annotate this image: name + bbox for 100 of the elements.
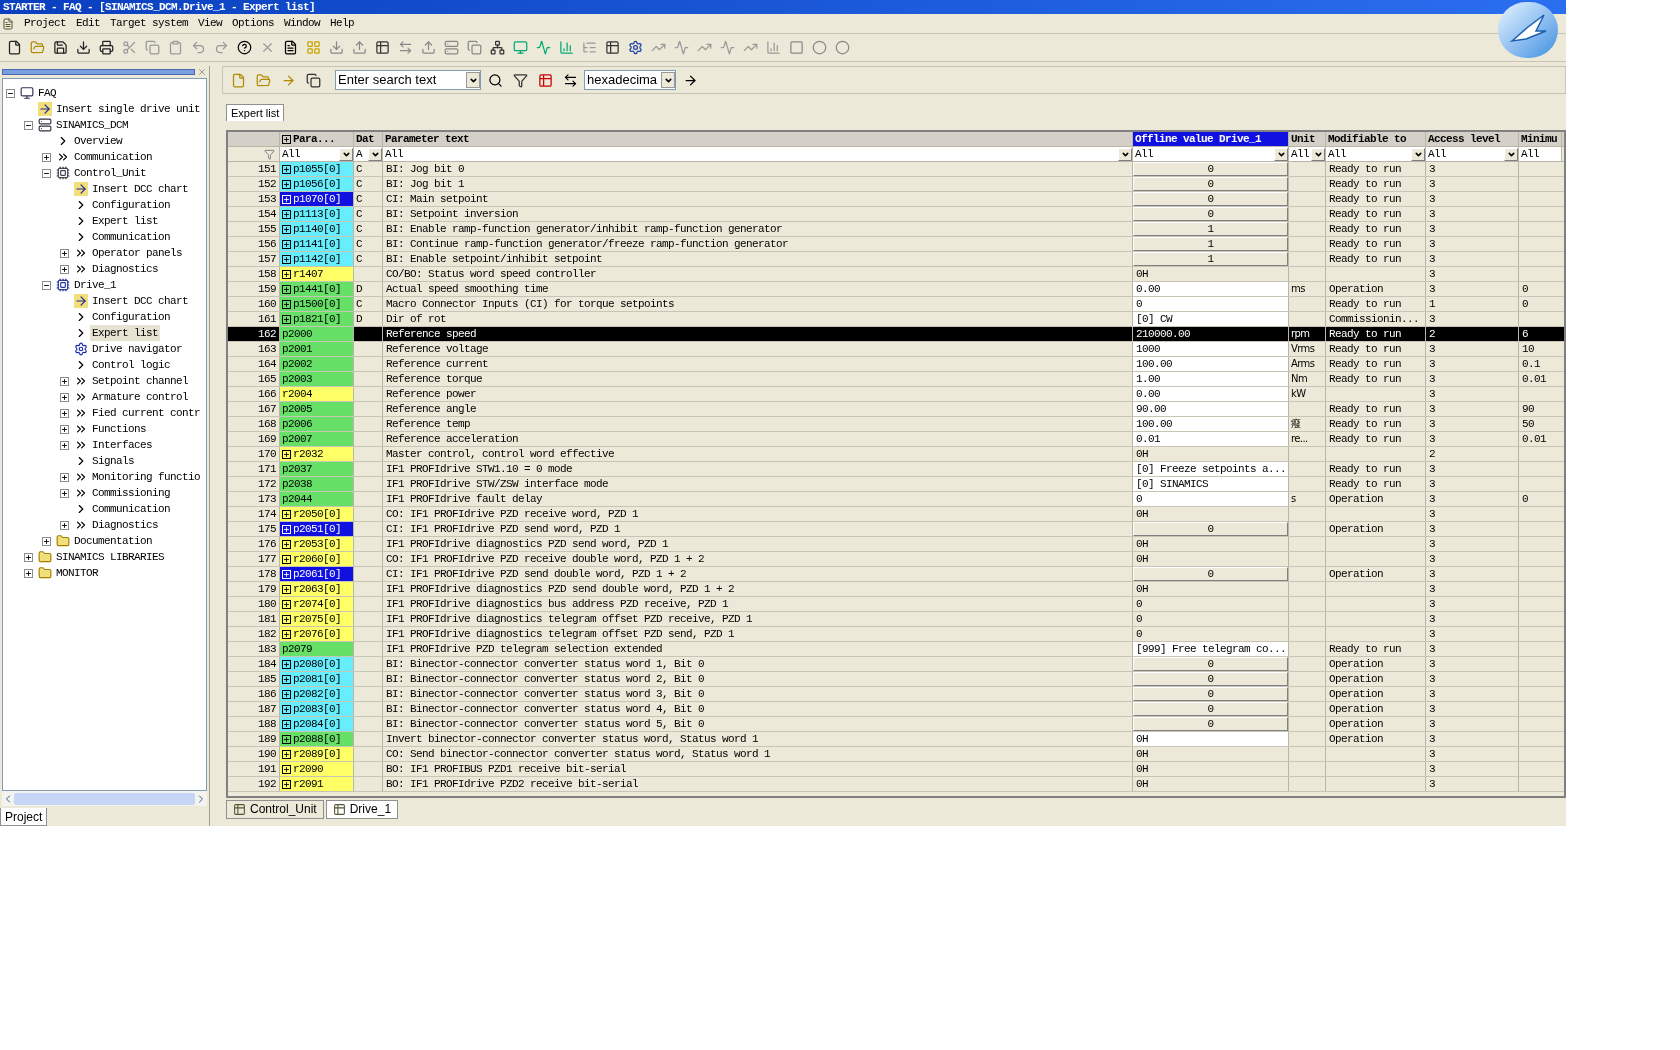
param-cell[interactable]: r2032 (280, 447, 354, 461)
value-field[interactable]: [0] SINAMICS (1133, 477, 1288, 491)
value-field[interactable]: 100.00 (1133, 357, 1288, 371)
expand-icon[interactable] (282, 209, 291, 219)
value-button[interactable]: 0 (1133, 717, 1288, 731)
table-row[interactable]: 165 p2003 Reference torque 1.00 Nm Ready to run 3 0.01 (228, 372, 1564, 387)
expand-icon[interactable] (24, 568, 33, 578)
format-combo[interactable]: hexadecima (584, 70, 676, 90)
table-row[interactable]: 175 p2051[0] CI: IF1 PROFIdrive PZD send word, PZD 1 0 Operation 3 (228, 522, 1564, 537)
param-cell[interactable]: p2081[0] (280, 672, 354, 686)
table-row[interactable]: 166 r2004 Reference power 0.00 kW 3 (228, 387, 1564, 402)
tree-item[interactable]: Diagnostics (90, 516, 160, 534)
param-cell[interactable]: r2090 (280, 762, 354, 776)
param-cell[interactable]: r2091 (280, 777, 354, 791)
table-row[interactable]: 164 p2002 Reference current 100.00 Arms Ready to run 3 0.1 (228, 357, 1564, 372)
param-cell[interactable]: p1821[0] (280, 312, 354, 326)
tree-item[interactable]: Communication (90, 228, 172, 246)
expand-icon[interactable] (60, 392, 69, 402)
tree-item[interactable]: Expert list (90, 324, 160, 342)
table-row[interactable]: 154 p1113[0] C BI: Setpoint inversion 0 Ready to run 3 (228, 207, 1564, 222)
column-header[interactable]: Minimu (1519, 132, 1562, 146)
expand-icon[interactable] (282, 734, 291, 744)
table-row[interactable]: 162 p2000 Reference speed 210000.00 rpm Ready to run 2 6 (228, 327, 1564, 342)
value-button[interactable]: 0 (1133, 162, 1288, 176)
param-cell[interactable]: p2051[0] (280, 522, 354, 536)
table-row[interactable]: 159 p1441[0] D Actual speed smoothing time 0.00 ms Operation 3 0 (228, 282, 1564, 297)
tree-item[interactable]: Insert DCC chart (90, 292, 191, 310)
menu-item[interactable]: View (198, 15, 223, 32)
table-row[interactable]: 178 p2061[0] CI: IF1 PROFIdrive PZD send double word, PZD 1 + 2 0 Operation 3 (228, 567, 1564, 582)
value-field[interactable]: 90.00 (1133, 402, 1288, 416)
expand-icon[interactable] (282, 629, 291, 639)
value-field[interactable]: 0.00 (1133, 282, 1288, 296)
tree-item[interactable]: Overview (72, 132, 124, 150)
expand-icon[interactable] (282, 284, 291, 294)
app-icon[interactable] (2, 17, 14, 30)
menu-item[interactable]: Help (330, 15, 355, 32)
tree-item[interactable]: Insert DCC chart (90, 180, 191, 198)
tree-item[interactable]: Control_Unit (72, 164, 148, 182)
table-row[interactable]: 167 p2005 Reference angle 90.00 Ready to run 3 90 (228, 402, 1564, 417)
expand-icon[interactable] (282, 314, 291, 324)
expand-icon[interactable] (282, 299, 291, 309)
value-field[interactable]: 1000 (1133, 342, 1288, 356)
expand-icon[interactable] (282, 719, 291, 729)
table-row[interactable]: 158 r1407 CO/BO: Status word speed controller 0H 3 (228, 267, 1564, 282)
table-row[interactable]: 156 p1141[0] C BI: Continue ramp-function generator/freeze ramp-function generator 1 Ready to run 3 (228, 237, 1564, 252)
param-cell[interactable]: p2084[0] (280, 717, 354, 731)
param-cell[interactable]: p2007 (280, 432, 354, 446)
param-cell[interactable]: p2000 (280, 327, 354, 341)
expand-icon[interactable] (60, 248, 69, 258)
menu-item[interactable]: Options (232, 15, 275, 32)
expand-icon[interactable] (42, 536, 51, 546)
tree-item[interactable]: Commissioning (90, 484, 172, 502)
tree-item[interactable]: FAQ (36, 84, 58, 102)
param-cell[interactable]: r2063[0] (280, 582, 354, 596)
expand-icon[interactable] (282, 764, 291, 774)
table-row[interactable]: 153 p1070[0] C CI: Main setpoint 0 Ready to run 3 (228, 192, 1564, 207)
tree-item[interactable]: Setpoint channel (90, 372, 191, 390)
param-cell[interactable]: p1142[0] (280, 252, 354, 266)
expand-icon[interactable] (282, 224, 291, 234)
expand-icon[interactable] (24, 552, 33, 562)
param-cell[interactable]: p2003 (280, 372, 354, 386)
param-cell[interactable]: p2006 (280, 417, 354, 431)
value-field[interactable]: [0] CW (1133, 312, 1288, 326)
expand-icon[interactable] (60, 424, 69, 434)
menu-item[interactable]: Edit (76, 15, 101, 32)
filter-dropdown[interactable]: All (1519, 147, 1562, 161)
tree-item[interactable]: Expert list (90, 212, 160, 230)
table-row[interactable]: 191 r2090 BO: IF1 PROFIBUS PZD1 receive bit-serial 0H 3 (228, 762, 1564, 777)
table-row[interactable]: 172 p2038 IF1 PROFIdrive STW/ZSW interface mode [0] SINAMICS Ready to run 3 (228, 477, 1564, 492)
param-cell[interactable]: p1441[0] (280, 282, 354, 296)
param-cell[interactable]: r2076[0] (280, 627, 354, 641)
filter-dropdown[interactable]: All (1426, 147, 1519, 161)
expand-icon[interactable] (282, 614, 291, 624)
value-button[interactable]: 0 (1133, 192, 1288, 206)
param-cell[interactable]: r2004 (280, 387, 354, 401)
param-cell[interactable]: p1500[0] (280, 297, 354, 311)
table-row[interactable]: 188 p2084[0] BI: Binector-connector converter status word 5, Bit 0 0 Operation 3 (228, 717, 1564, 732)
table-row[interactable]: 177 r2060[0] CO: IF1 PROFIdrive PZD receive double word, PZD 1 + 2 0H 3 (228, 552, 1564, 567)
table-row[interactable]: 190 r2089[0] CO: Send binector-connector converter status word, Status word 1 0H 3 (228, 747, 1564, 762)
table-row[interactable]: 192 r2091 BO: IF1 PROFIdrive PZD2 receive bit-serial 0H 3 (228, 777, 1564, 792)
column-header[interactable]: Para... (280, 132, 354, 146)
menu-item[interactable]: Project (24, 15, 66, 32)
table-row[interactable]: 152 p1056[0] C BI: Jog bit 1 0 Ready to run 3 (228, 177, 1564, 192)
tree-item[interactable]: Insert single drive unit (54, 100, 203, 118)
value-button[interactable]: 0 (1133, 672, 1288, 686)
table-row[interactable]: 168 p2006 Reference temp 100.00 癈 Ready to run 3 50 (228, 417, 1564, 432)
value-field[interactable]: 0 (1133, 297, 1288, 311)
tree-item[interactable]: Armature control (90, 388, 191, 406)
param-cell[interactable]: r2060[0] (280, 552, 354, 566)
expand-icon[interactable] (282, 674, 291, 684)
expand-icon[interactable] (282, 164, 291, 174)
value-field[interactable]: 0.01 (1133, 432, 1288, 446)
table-row[interactable]: 163 p2001 Reference voltage 1000 Vrms Ready to run 3 10 (228, 342, 1564, 357)
value-button[interactable]: 0 (1133, 657, 1288, 671)
param-cell[interactable]: p1141[0] (280, 237, 354, 251)
value-button[interactable]: 0 (1133, 702, 1288, 716)
table-row[interactable]: 170 r2032 Master control, control word effective 0H 2 (228, 447, 1564, 462)
collapse-icon[interactable] (24, 120, 33, 130)
table-row[interactable]: 179 r2063[0] IF1 PROFIdrive diagnostics PZD send double word, PZD 1 + 2 0H 3 (228, 582, 1564, 597)
param-cell[interactable]: p2038 (280, 477, 354, 491)
